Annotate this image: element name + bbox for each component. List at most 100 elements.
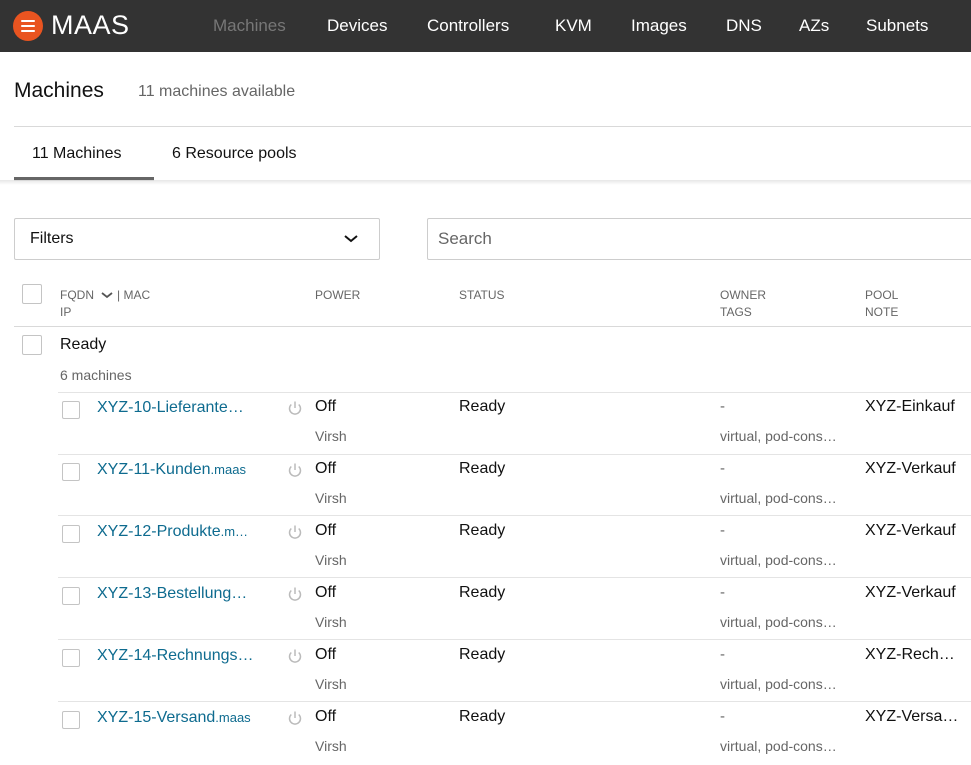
machine-fqdn-link[interactable]: XYZ-10-Lieferante… [97, 399, 275, 417]
machine-hostname: XYZ-14-Rechnungs… [97, 647, 254, 664]
power-state: Off [315, 460, 337, 477]
maas-logo[interactable]: MAAS [13, 10, 130, 41]
table-row: XYZ-14-Rechnungs… Off Virsh Ready - virt… [0, 641, 971, 703]
machine-status: Ready [459, 522, 506, 539]
table-row: XYZ-11-Kunden.maas Off Virsh Ready - vir… [0, 455, 971, 517]
row-checkbox[interactable] [62, 525, 80, 543]
note-header[interactable]: NOTE [865, 304, 898, 321]
power-state: Off [315, 398, 337, 415]
status-header[interactable]: STATUS [459, 287, 505, 304]
power-type: Virsh [315, 676, 347, 692]
tabs-shadow [0, 180, 971, 185]
power-header[interactable]: POWER [315, 287, 360, 304]
power-icon [288, 587, 302, 601]
row-divider [58, 639, 971, 640]
machine-domain: .m… [220, 524, 249, 539]
nav-machines[interactable]: Machines [213, 16, 286, 36]
power-type: Virsh [315, 614, 347, 630]
power-icon [288, 711, 302, 725]
table-header-divider [14, 326, 971, 327]
machine-hostname: XYZ-13-Bestellung… [97, 585, 248, 602]
machine-owner: - [720, 398, 725, 415]
search-input[interactable] [427, 218, 971, 260]
filters-dropdown[interactable]: Filters [14, 218, 380, 260]
tab-machines[interactable]: 11 Machines [32, 145, 122, 163]
filters-label: Filters [30, 230, 74, 247]
machine-pool[interactable]: XYZ-Versa… [865, 708, 971, 726]
power-state: Off [315, 708, 337, 725]
select-all-checkbox[interactable] [22, 284, 42, 304]
row-checkbox[interactable] [62, 401, 80, 419]
machine-status: Ready [459, 584, 506, 601]
nav-azs[interactable]: AZs [799, 16, 829, 36]
top-navigation: MAAS Machines Devices Controllers KVM Im… [0, 0, 971, 52]
power-state: Off [315, 646, 337, 663]
machine-domain: .maas [210, 462, 246, 477]
power-state: Off [315, 584, 337, 601]
tab-resource-pools[interactable]: 6 Resource pools [172, 145, 297, 163]
row-checkbox[interactable] [62, 587, 80, 605]
machine-hostname: XYZ-12-Produkte [97, 523, 221, 540]
pool-header[interactable]: POOL [865, 287, 898, 304]
nav-controllers[interactable]: Controllers [427, 16, 509, 36]
ip-header[interactable]: IP [60, 304, 71, 321]
machine-hostname: XYZ-10-Lieferante… [97, 399, 244, 416]
machine-status: Ready [459, 708, 506, 725]
chevron-down-icon [344, 235, 358, 243]
nav-images[interactable]: Images [631, 16, 687, 36]
owner-header[interactable]: OWNER [720, 287, 766, 304]
machine-status: Ready [459, 646, 506, 663]
nav-dns[interactable]: DNS [726, 16, 762, 36]
machine-fqdn-link[interactable]: XYZ-13-Bestellung… [97, 585, 275, 603]
table-row: XYZ-10-Lieferante… Off Virsh Ready - vir… [0, 393, 971, 455]
power-icon [288, 401, 302, 415]
fqdn-header-label[interactable]: FQDN [60, 287, 94, 304]
machine-fqdn-link[interactable]: XYZ-11-Kunden.maas [97, 461, 275, 479]
row-divider [58, 577, 971, 578]
power-state: Off [315, 522, 337, 539]
machine-tags: virtual, pod-cons… [720, 428, 837, 444]
power-type: Virsh [315, 552, 347, 568]
machine-pool[interactable]: XYZ-Verkauf [865, 522, 971, 540]
machine-tags: virtual, pod-cons… [720, 614, 837, 630]
row-divider [58, 701, 971, 702]
machine-domain: .maas [215, 710, 251, 725]
machine-owner: - [720, 708, 725, 725]
machine-owner: - [720, 646, 725, 663]
machine-status: Ready [459, 398, 506, 415]
fqdn-header: FQDN | MAC [60, 287, 150, 304]
mac-header-label[interactable]: | MAC [117, 287, 150, 304]
table-row: XYZ-12-Produkte.m… Off Virsh Ready - vir… [0, 517, 971, 579]
nav-kvm[interactable]: KVM [555, 16, 592, 36]
machine-fqdn-link[interactable]: XYZ-15-Versand.maas [97, 709, 275, 727]
machines-available-count: 11 machines available [138, 83, 296, 100]
power-type: Virsh [315, 490, 347, 506]
machine-tags: virtual, pod-cons… [720, 676, 837, 692]
power-icon [288, 525, 302, 539]
machine-pool[interactable]: XYZ-Verkauf [865, 584, 971, 602]
row-checkbox[interactable] [62, 649, 80, 667]
nav-subnets[interactable]: Subnets [866, 16, 928, 36]
nav-devices[interactable]: Devices [327, 16, 387, 36]
machine-tags: virtual, pod-cons… [720, 738, 837, 754]
machine-hostname: XYZ-15-Versand [97, 709, 216, 726]
tags-header[interactable]: TAGS [720, 304, 752, 321]
machine-pool[interactable]: XYZ-Einkauf [865, 398, 971, 416]
group-checkbox[interactable] [22, 335, 42, 355]
machine-status: Ready [459, 460, 506, 477]
table-row: XYZ-15-Versand.maas Off Virsh Ready - vi… [0, 703, 971, 765]
sort-chevron-down-icon[interactable] [100, 291, 114, 300]
machine-pool[interactable]: XYZ-Rech… [865, 646, 971, 664]
power-icon [288, 649, 302, 663]
machine-owner: - [720, 522, 725, 539]
row-checkbox[interactable] [62, 711, 80, 729]
machine-owner: - [720, 584, 725, 601]
table-row: XYZ-13-Bestellung… Off Virsh Ready - vir… [0, 579, 971, 641]
row-checkbox[interactable] [62, 463, 80, 481]
app-name: MAAS [51, 10, 130, 40]
machine-hostname: XYZ-11-Kunden [97, 461, 211, 478]
machine-fqdn-link[interactable]: XYZ-14-Rechnungs… [97, 647, 275, 665]
machine-fqdn-link[interactable]: XYZ-12-Produkte.m… [97, 523, 275, 541]
machine-pool[interactable]: XYZ-Verkauf [865, 460, 971, 478]
maas-logo-icon [13, 10, 43, 41]
